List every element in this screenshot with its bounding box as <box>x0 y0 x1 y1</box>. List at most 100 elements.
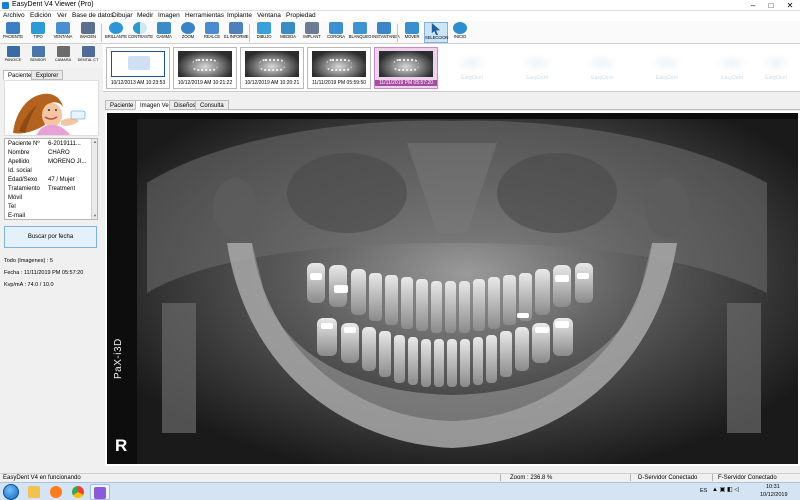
select-cursor-icon <box>431 23 441 35</box>
blanqueo-button[interactable]: BLANQUEO <box>348 22 372 43</box>
menu-ventana[interactable]: Ventana <box>257 11 281 21</box>
image-count: Todo (Imagenes) : 5 <box>4 258 53 264</box>
seleccion-button[interactable]: SELECCION <box>424 22 448 43</box>
thumbnail[interactable]: 11/11/2019 PM 05:59:50 <box>307 47 371 89</box>
scroll-up-icon[interactable]: ▲ <box>92 139 97 145</box>
start-button[interactable] <box>3 484 19 500</box>
empty-slot: EasyDent <box>444 47 500 89</box>
tray-icons[interactable]: ▲ ▣ ◧ ◁ <box>712 486 739 495</box>
dental-ct-icon <box>81 46 95 57</box>
dibujo-button[interactable]: DIBUJO <box>252 22 276 43</box>
home-icon <box>453 22 467 34</box>
gamma-icon <box>157 22 171 34</box>
file-explorer-icon <box>28 486 40 498</box>
pano-icon <box>6 46 20 57</box>
empty-slot: EasyDent <box>704 47 760 89</box>
clock-date[interactable]: 10/12/2019 <box>760 491 788 500</box>
patient-avatar-illustration <box>13 93 86 135</box>
image-icon <box>81 22 95 34</box>
info-scrollbar[interactable]: ▲ ▼ <box>91 139 97 219</box>
language-indicator[interactable]: ES <box>700 487 707 496</box>
thumbnail-selected[interactable]: 11/11/2019 PM 05:57:20 <box>374 47 438 89</box>
thumbnail-caption: 11/11/2019 PM 05:59:50 <box>311 80 367 86</box>
maximize-button[interactable]: □ <box>762 0 780 11</box>
menu-medir[interactable]: Medir <box>137 11 153 21</box>
instantanea-button[interactable]: INSTANTANEA <box>372 22 400 43</box>
tab-paciente-doc[interactable]: Paciente <box>105 100 139 110</box>
close-button[interactable]: ✕ <box>780 0 800 11</box>
menu-imagen[interactable]: Imagen <box>158 11 180 21</box>
implant-button[interactable]: IMPLANT <box>300 22 324 43</box>
kvp-ma: Kvp/mA : 74.0 / 10.0 <box>4 282 54 288</box>
tipo-button[interactable]: TIPO <box>26 22 50 43</box>
tooth-type-icon <box>31 22 45 34</box>
report-icon <box>229 22 243 34</box>
scroll-down-icon[interactable]: ▼ <box>92 213 97 219</box>
panoramic-xray[interactable]: PaX-i3D R <box>107 113 798 464</box>
menu-base-de-datos[interactable]: Base de datos <box>72 11 114 21</box>
mover-button[interactable]: MOVER <box>400 22 424 43</box>
menu-ver[interactable]: Ver <box>57 11 67 21</box>
crown-icon <box>329 22 343 34</box>
menu-propiedad[interactable]: Propiedad <box>286 11 316 21</box>
image-viewer[interactable]: PaX-i3D R <box>105 111 800 466</box>
toolbar-separator <box>397 24 398 42</box>
el-informe-button[interactable]: EL INFORME <box>224 22 249 43</box>
thumbnail-strip: 10/12/2013 AM 10:23:53 10/12/2019 AM 10:… <box>103 44 800 92</box>
contraste-button[interactable]: CONTRASTE <box>128 22 153 43</box>
taskbar: ES ▲ ▣ ◧ ◁ 10:31 10/12/2019 <box>0 482 800 500</box>
menu-herramientas[interactable]: Herramientas <box>185 11 224 21</box>
status-bar: EasyDent V4 en funcionando Zoom : 236.8 … <box>0 473 800 482</box>
realce-button[interactable]: REALCE <box>200 22 224 43</box>
pano-ce-button[interactable]: PANO/CE <box>2 46 24 66</box>
taskbar-app[interactable] <box>24 484 44 500</box>
camara-button[interactable]: CAMARA <box>52 46 74 66</box>
empty-slot: EasyDent <box>755 47 797 89</box>
image-date: Fecha : 11/11/2019 PM 05:57:20 <box>4 270 84 276</box>
menu-bar: Archivo Edición Ver Base de datos Dibuja… <box>0 11 800 21</box>
main-toolbar: PACIENTE TIPO VENTANA IMAGEN BRILLANTE C… <box>0 21 800 44</box>
dental-ct-button[interactable]: DENTAL CT <box>77 46 99 66</box>
menu-dibujar[interactable]: Dibujar <box>112 11 133 21</box>
thumbnail-caption: 10/12/2019 AM 10:21:22 <box>177 80 233 86</box>
thumbnail[interactable]: 10/12/2013 AM 10:23:53 <box>106 47 170 89</box>
menu-edicion[interactable]: Edición <box>30 11 51 21</box>
tab-consulta[interactable]: Consulta <box>195 100 229 110</box>
easydent-icon <box>94 487 106 499</box>
panoramic-xray-image <box>107 113 798 464</box>
status-divider <box>630 474 631 481</box>
ventana-button[interactable]: VENTANA <box>51 22 75 43</box>
title-bar: EasyDent V4 Viewer (Pro) – □ ✕ <box>0 0 800 11</box>
search-by-date-button[interactable]: Buscar por fecha <box>4 226 97 248</box>
thumbnail-image <box>245 51 299 77</box>
taskbar-app-active[interactable] <box>90 484 110 500</box>
brightness-icon <box>109 22 123 34</box>
empty-slot: EasyDent <box>639 47 695 89</box>
enhance-icon <box>205 22 219 34</box>
minimize-button[interactable]: – <box>744 0 762 11</box>
thumbnail[interactable]: 10/12/2019 AM 10:20:21 <box>240 47 304 89</box>
medida-button[interactable]: MEDIDA <box>276 22 300 43</box>
zoom-button[interactable]: ZOOM <box>176 22 200 43</box>
tab-explorer[interactable]: Explorer <box>31 70 64 80</box>
contrast-icon <box>133 22 147 34</box>
imagen-button[interactable]: IMAGEN <box>76 22 100 43</box>
taskbar-app[interactable] <box>46 484 66 500</box>
status-divider <box>712 474 713 481</box>
menu-implante[interactable]: Implante <box>227 11 252 21</box>
zoom-icon <box>181 22 195 34</box>
inicio-button[interactable]: INICIO <box>448 22 472 43</box>
sensor-button[interactable]: SENSOR <box>27 46 49 66</box>
empty-slot: EasyDent <box>574 47 630 89</box>
gamma-button[interactable]: GAMMA <box>152 22 176 43</box>
corona-button[interactable]: CORONA <box>324 22 348 43</box>
brillante-button[interactable]: BRILLANTE <box>104 22 128 43</box>
taskbar-app[interactable] <box>68 484 88 500</box>
sensor-icon <box>31 46 45 57</box>
paciente-button[interactable]: PACIENTE <box>1 22 25 43</box>
patient-info-panel: Paciente Nº 6-2019111... Nombre CHARO Apel… <box>4 138 98 220</box>
menu-archivo[interactable]: Archivo <box>3 11 25 21</box>
patient-icon <box>6 22 20 34</box>
thumbnail[interactable]: 10/12/2019 AM 10:21:22 <box>173 47 237 89</box>
toolbar-separator <box>249 24 250 42</box>
